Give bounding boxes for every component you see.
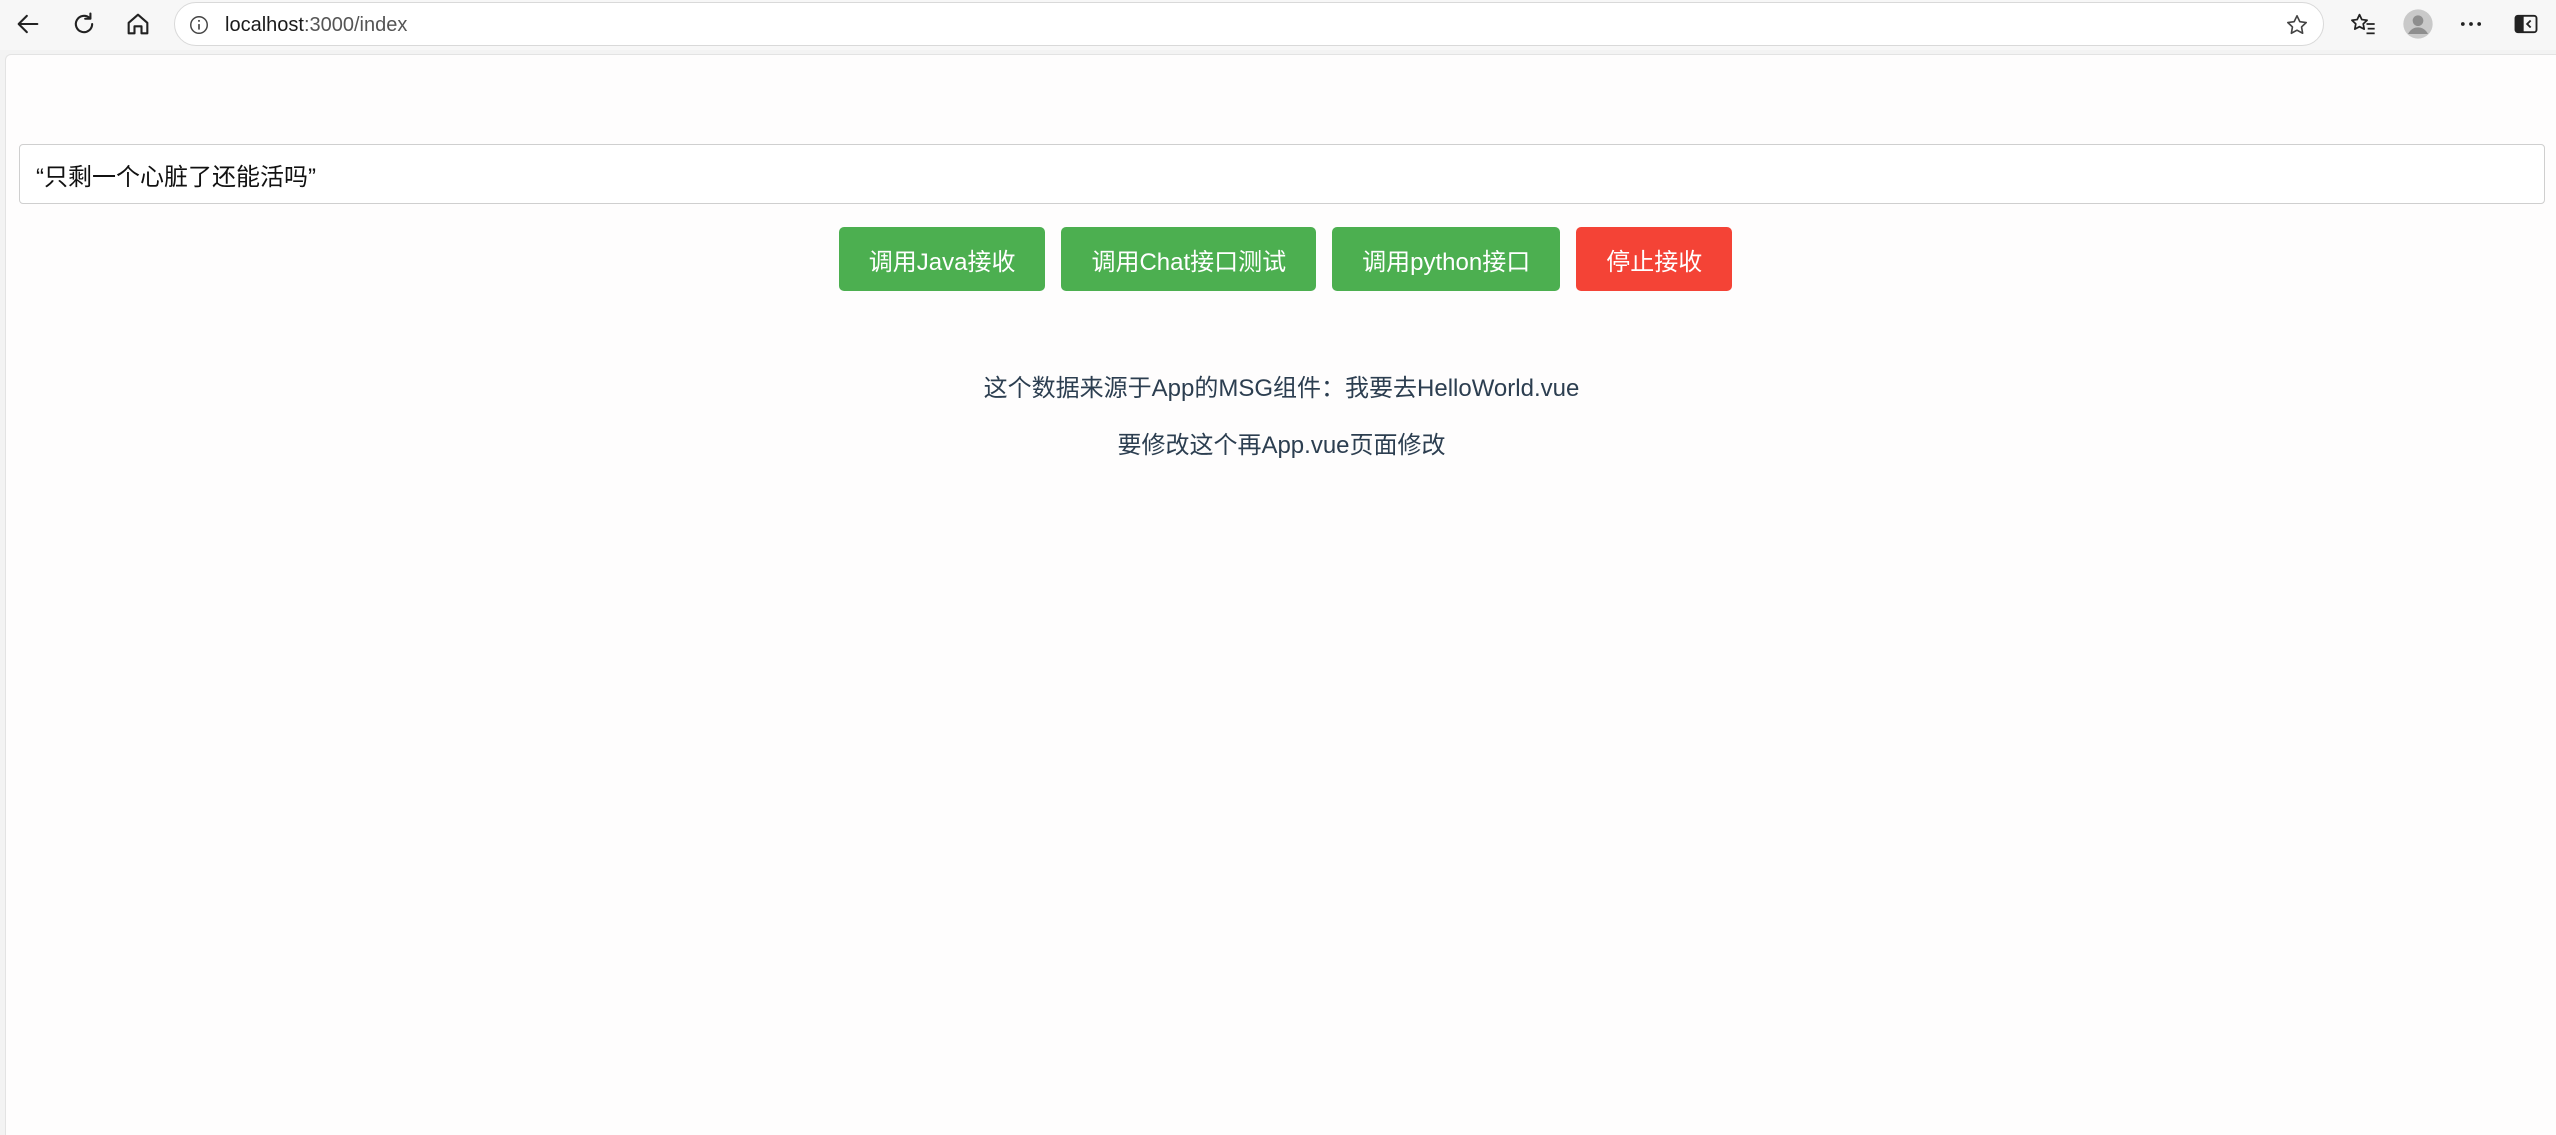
sidebar-icon (2514, 14, 2538, 34)
favorites-button[interactable] (2343, 6, 2383, 42)
back-button[interactable] (8, 6, 48, 42)
star-icon[interactable] (2283, 11, 2311, 39)
address-bar[interactable]: localhost:3000/index (174, 2, 2324, 46)
more-icon (2460, 22, 2482, 26)
page-viewport: 调用Java接收 调用Chat接口测试 调用python接口 停止接收 这个数据… (5, 54, 2556, 1135)
home-button[interactable] (118, 6, 158, 42)
msg-source-text: 这个数据来源于App的MSG组件：我要去HelloWorld.vue (983, 375, 1580, 402)
refresh-button[interactable] (64, 6, 104, 42)
prompt-input[interactable] (19, 144, 2545, 204)
home-icon (127, 13, 149, 35)
url-host: localhost (225, 14, 304, 36)
url-text[interactable]: localhost:3000/index (225, 3, 407, 47)
info-icon[interactable] (185, 11, 213, 39)
call-chat-button[interactable]: 调用Chat接口测试 (1061, 227, 1317, 291)
profile-button[interactable] (2398, 6, 2438, 42)
refresh-icon (74, 12, 94, 34)
browser-toolbar: localhost:3000/index (0, 0, 2556, 50)
call-python-button[interactable]: 调用python接口 (1332, 227, 1561, 291)
profile-icon (2403, 9, 2433, 39)
back-icon (17, 14, 39, 34)
button-row: 调用Java接收 调用Chat接口测试 调用python接口 停止接收 (6, 227, 2556, 291)
call-java-button[interactable]: 调用Java接收 (838, 227, 1046, 291)
favorites-icon (2351, 13, 2375, 35)
msg-edit-hint-text: 要修改这个再App.vue页面修改 (1117, 432, 1446, 459)
stop-receive-button[interactable]: 停止接收 (1576, 227, 1733, 291)
url-path: :3000/index (303, 14, 408, 36)
sidebar-button[interactable] (2506, 6, 2546, 42)
more-button[interactable] (2451, 6, 2491, 42)
